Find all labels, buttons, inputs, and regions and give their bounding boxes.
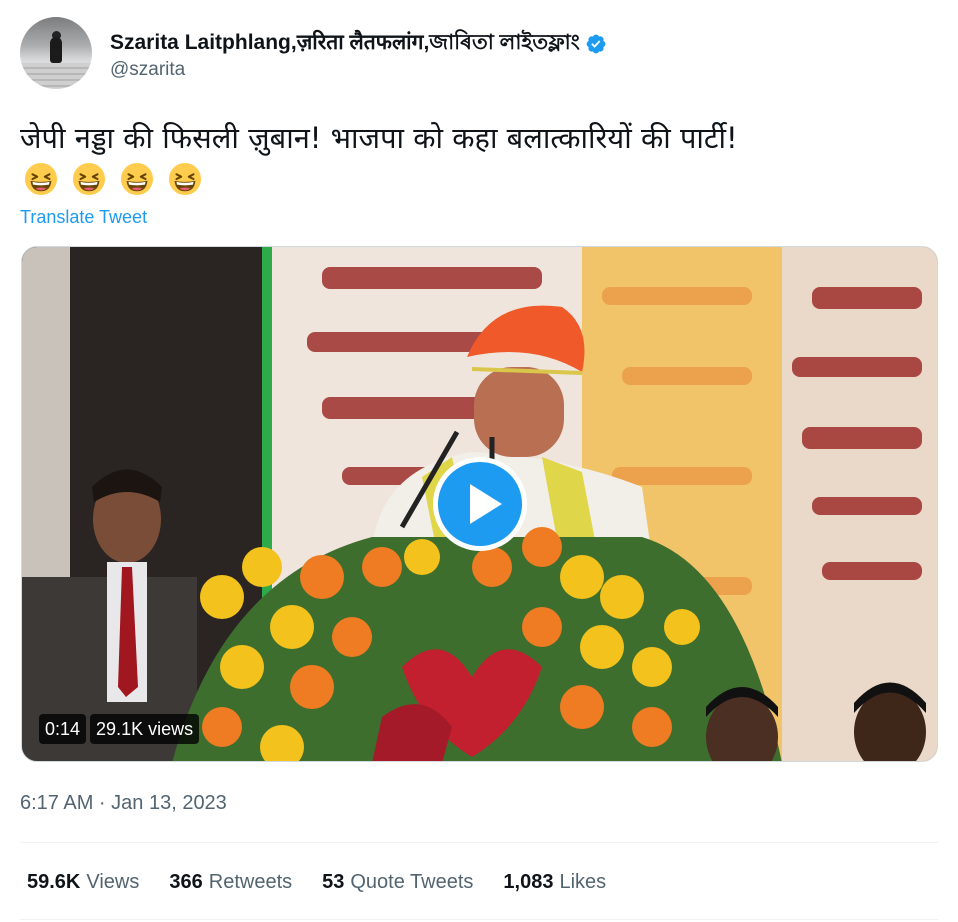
play-icon[interactable] [430, 454, 530, 554]
handle[interactable]: @szarita [110, 59, 185, 81]
tweet-text: जेपी नड्डा की फिसली ज़ुबान! भाजपा को कहा… [20, 121, 738, 155]
video-duration: 0:14 [39, 714, 87, 744]
avatar[interactable] [20, 17, 92, 89]
stat-quote-tweets[interactable]: 53 Quote Tweets [322, 871, 473, 894]
name-row: Szarita Laitphlang,ज़रिता लैतफलांग,জাৰিত… [110, 26, 607, 61]
stat-retweets[interactable]: 366 Retweets [169, 871, 292, 894]
tweet-header: Szarita Laitphlang,ज़रिता लैतफलांग,জাৰিত… [20, 17, 940, 91]
stat-likes-count: 1,083 [503, 871, 554, 893]
emoji-row [24, 162, 202, 196]
grinning-squinting-face-icon [168, 162, 202, 196]
stat-quotes-count: 53 [322, 871, 345, 893]
grinning-squinting-face-icon [72, 162, 106, 196]
video-player[interactable]: 0:14 29.1K views [21, 246, 938, 762]
stat-retweets-count: 366 [169, 871, 203, 893]
stat-views-count: 59.6K [27, 871, 81, 893]
stat-likes-label: Likes [559, 871, 607, 893]
stat-likes[interactable]: 1,083 Likes [503, 871, 606, 894]
grinning-squinting-face-icon [24, 162, 58, 196]
divider [20, 919, 938, 920]
tweet-timestamp[interactable]: 6:17 AM · Jan 13, 2023 [20, 792, 227, 815]
grinning-squinting-face-icon [120, 162, 154, 196]
stat-retweets-label: Retweets [208, 871, 293, 893]
translate-tweet-link[interactable]: Translate Tweet [20, 207, 147, 228]
video-views: 29.1K views [90, 714, 200, 744]
stat-views-label: Views [86, 871, 140, 893]
display-name[interactable]: Szarita Laitphlang,ज़रिता लैतफलांग,জাৰিত… [110, 26, 580, 61]
verified-badge-icon [586, 34, 606, 53]
divider [20, 842, 938, 843]
stat-views[interactable]: 59.6K Views [27, 871, 139, 894]
stat-quotes-label: Quote Tweets [350, 871, 474, 893]
tweet-stats: 59.6K Views 366 Retweets 53 Quote Tweets… [27, 871, 606, 894]
video-badges: 0:14 29.1K views [39, 714, 200, 744]
